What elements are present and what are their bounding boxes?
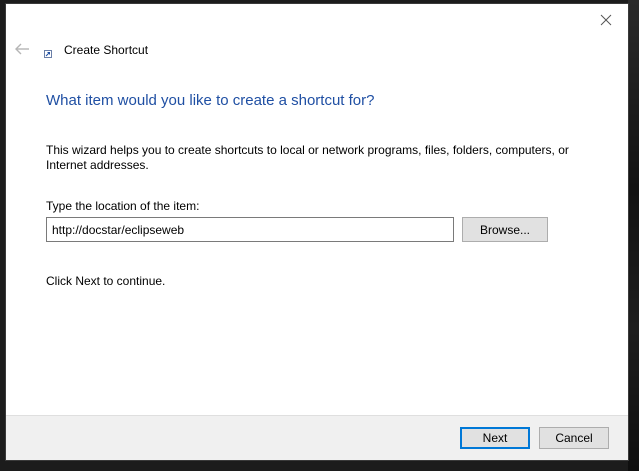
close-button[interactable] — [598, 12, 614, 28]
dialog-footer: Next Cancel — [6, 415, 628, 460]
continue-text: Click Next to continue. — [46, 274, 166, 288]
create-shortcut-dialog: Create Shortcut What item would you like… — [6, 4, 628, 460]
back-arrow-icon — [15, 43, 29, 55]
close-icon — [600, 14, 612, 26]
wizard-description: This wizard helps you to create shortcut… — [46, 143, 569, 172]
cancel-button[interactable]: Cancel — [539, 427, 609, 449]
back-button[interactable] — [14, 42, 30, 56]
location-input[interactable] — [46, 217, 454, 242]
location-label: Type the location of the item: — [46, 199, 200, 213]
desktop-background — [628, 0, 639, 471]
shortcut-icon — [44, 50, 52, 58]
next-button[interactable]: Next — [460, 427, 530, 449]
dialog-title: Create Shortcut — [64, 43, 149, 57]
page-heading: What item would you like to create a sho… — [46, 92, 375, 109]
browse-button[interactable]: Browse... — [462, 217, 548, 242]
